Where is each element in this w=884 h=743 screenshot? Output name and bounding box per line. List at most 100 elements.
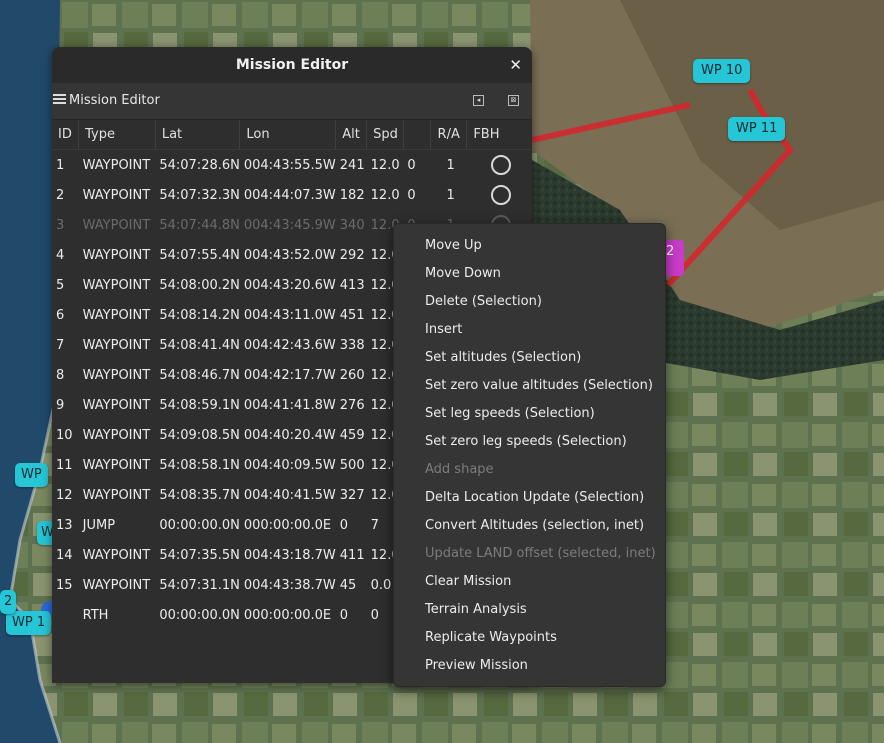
collapse-icon[interactable]: ◂	[473, 95, 484, 106]
cell-lat[interactable]: 54:07:31.1N	[155, 570, 240, 600]
cell-ra[interactable]: 1	[431, 180, 467, 210]
cell-id[interactable]: 7	[52, 330, 79, 360]
cell-alt[interactable]: 327	[336, 480, 367, 510]
cell-type[interactable]: WAYPOINT	[79, 270, 156, 300]
menu-item-set-zero-value-altitudes-selection[interactable]: Set zero value altitudes (Selection)	[394, 372, 665, 400]
cell-alt[interactable]: 500	[336, 450, 367, 480]
table-row[interactable]: 2 WAYPOINT 54:07:32.3N 004:44:07.3W 182 12.0 0…	[52, 180, 532, 210]
col-lat-header[interactable]: Lat	[155, 120, 241, 150]
cell-type[interactable]: WAYPOINT	[79, 330, 156, 360]
cell-lon[interactable]: 004:43:18.7W	[240, 540, 336, 570]
col-type-header[interactable]: Type	[78, 120, 156, 150]
cell-alt[interactable]: 0	[336, 600, 367, 630]
cell-lon[interactable]: 000:00:00.0E	[240, 600, 336, 630]
cell-lat[interactable]: 00:00:00.0N	[155, 510, 240, 540]
col-id-header[interactable]: ID	[52, 120, 80, 150]
waypoint-left-label[interactable]: WP	[15, 463, 48, 487]
cell-lat[interactable]: 54:07:28.6N	[155, 150, 240, 181]
menu-item-convert-altitudes-selection-inet[interactable]: Convert Altitudes (selection, inet)	[394, 512, 665, 540]
cell-lat[interactable]: 54:08:00.2N	[155, 270, 240, 300]
menu-item-delta-location-update-selection[interactable]: Delta Location Update (Selection)	[394, 484, 665, 512]
waypoint-1-label[interactable]: WP 1	[6, 611, 52, 635]
cell-lon[interactable]: 000:00:00.0E	[240, 510, 336, 540]
cell-lat[interactable]: 54:08:58.1N	[155, 450, 240, 480]
cell-lon[interactable]: 004:43:38.7W	[240, 570, 336, 600]
cell-id[interactable]: 10	[52, 420, 79, 450]
cell-type[interactable]: WAYPOINT	[79, 210, 156, 240]
fbh-radio-icon[interactable]	[491, 155, 512, 175]
cell-id[interactable]: 5	[52, 270, 79, 300]
pink-waypoint-number[interactable]: 2	[666, 244, 674, 259]
cell-lon[interactable]: 004:43:52.0W	[240, 240, 336, 270]
cell-lon[interactable]: 004:44:07.3W	[240, 180, 336, 210]
cell-id[interactable]: 14	[52, 540, 79, 570]
cell-type[interactable]: WAYPOINT	[79, 300, 156, 330]
cell-type[interactable]: WAYPOINT	[79, 390, 156, 420]
cell-id[interactable]: 4	[52, 240, 79, 270]
cell-id[interactable]: 8	[52, 360, 79, 390]
cell-id[interactable]: 11	[52, 450, 79, 480]
cell-lon[interactable]: 004:43:45.9W	[240, 210, 336, 240]
cell-type[interactable]: JUMP	[79, 510, 156, 540]
detach-icon[interactable]: ⊠	[508, 95, 519, 106]
cell-alt[interactable]: 260	[336, 360, 367, 390]
cell-lon[interactable]: 004:40:09.5W	[240, 450, 336, 480]
table-row[interactable]: 1 WAYPOINT 54:07:28.6N 004:43:55.5W 241 12.0 0…	[52, 150, 532, 181]
cell-fbh[interactable]	[467, 150, 532, 181]
cell-type[interactable]: RTH	[79, 600, 156, 630]
fbh-radio-icon[interactable]	[491, 185, 512, 205]
menu-item-insert[interactable]: Insert	[394, 316, 665, 344]
cell-alt[interactable]: 45	[336, 570, 367, 600]
col-fbh-header[interactable]: FBH	[466, 120, 532, 150]
cell-alt[interactable]: 338	[336, 330, 367, 360]
cell-type[interactable]: WAYPOINT	[79, 240, 156, 270]
waypoint-10-label[interactable]: WP 10	[693, 59, 751, 83]
window-titlebar[interactable]: Mission Editor ✕	[52, 47, 532, 83]
cell-id[interactable]: 3	[52, 210, 79, 240]
cell-type[interactable]: WAYPOINT	[79, 180, 156, 210]
cell-lon[interactable]: 004:40:41.5W	[240, 480, 336, 510]
cell-lat[interactable]: 54:08:59.1N	[155, 390, 240, 420]
cell-type[interactable]: WAYPOINT	[79, 360, 156, 390]
cell-lon[interactable]: 004:43:20.6W	[240, 270, 336, 300]
cell-spd[interactable]: 12.0	[367, 180, 404, 210]
menu-item-preview-mission[interactable]: Preview Mission	[394, 652, 665, 680]
cell-id[interactable]: 13	[52, 510, 79, 540]
menu-item-set-zero-leg-speeds-selection[interactable]: Set zero leg speeds (Selection)	[394, 428, 665, 456]
cell-param[interactable]: 0	[403, 180, 430, 210]
cell-lon[interactable]: 004:43:11.0W	[240, 300, 336, 330]
cell-lat[interactable]: 54:08:41.4N	[155, 330, 240, 360]
cell-param[interactable]: 0	[403, 150, 430, 181]
cell-id[interactable]: 15	[52, 570, 79, 600]
menu-item-set-altitudes-selection[interactable]: Set altitudes (Selection)	[394, 344, 665, 372]
cell-alt[interactable]: 413	[336, 270, 367, 300]
col-ra-header[interactable]: R/A	[430, 120, 468, 150]
cell-type[interactable]: WAYPOINT	[79, 420, 156, 450]
col-lon-header[interactable]: Lon	[239, 120, 337, 150]
cell-lon[interactable]: 004:43:55.5W	[240, 150, 336, 181]
cell-lat[interactable]: 00:00:00.0N	[155, 600, 240, 630]
cell-id[interactable]: 9	[52, 390, 79, 420]
cell-type[interactable]: WAYPOINT	[79, 540, 156, 570]
cell-lat[interactable]: 54:07:32.3N	[155, 180, 240, 210]
cell-lat[interactable]: 54:08:14.2N	[155, 300, 240, 330]
cell-lon[interactable]: 004:42:43.6W	[240, 330, 336, 360]
menu-item-delete-selection[interactable]: Delete (Selection)	[394, 288, 665, 316]
col-alt-header[interactable]: Alt	[335, 120, 368, 150]
cell-alt[interactable]: 276	[336, 390, 367, 420]
cell-lat[interactable]: 54:08:46.7N	[155, 360, 240, 390]
cell-alt[interactable]: 0	[336, 510, 367, 540]
cell-id[interactable]: 2	[52, 180, 79, 210]
cell-lon[interactable]: 004:41:41.8W	[240, 390, 336, 420]
cell-lat[interactable]: 54:09:08.5N	[155, 420, 240, 450]
cell-alt[interactable]: 241	[336, 150, 367, 181]
cell-lon[interactable]: 004:40:20.4W	[240, 420, 336, 450]
cell-type[interactable]: WAYPOINT	[79, 570, 156, 600]
menu-item-terrain-analysis[interactable]: Terrain Analysis	[394, 596, 665, 624]
cell-type[interactable]: WAYPOINT	[79, 480, 156, 510]
cell-alt[interactable]: 451	[336, 300, 367, 330]
waypoint-11-label[interactable]: WP 11	[728, 117, 786, 141]
cell-alt[interactable]: 411	[336, 540, 367, 570]
cell-type[interactable]: WAYPOINT	[79, 450, 156, 480]
waypoint-edge-label[interactable]: 2	[0, 590, 17, 614]
